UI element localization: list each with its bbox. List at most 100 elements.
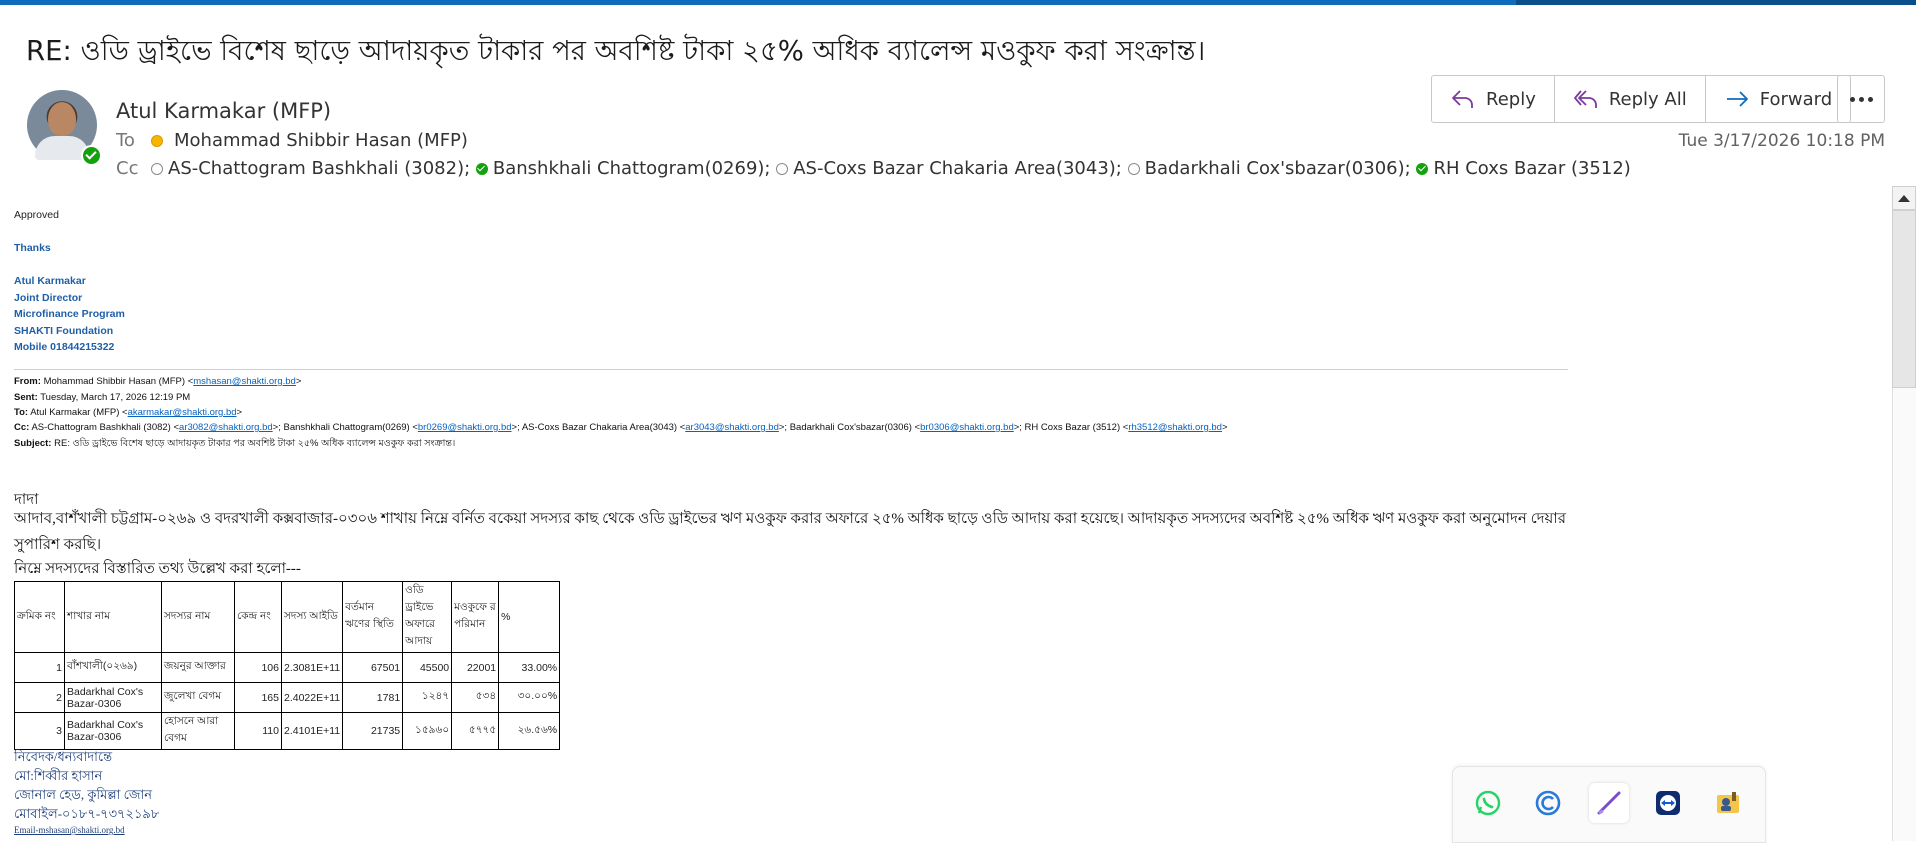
forward-label: Forward (1759, 88, 1833, 110)
table-row: 2 Badarkhal Cox's Bazar-0306 জুলেখা বেগম… (14, 682, 561, 713)
table-cell: 45500 (402, 652, 453, 683)
table-header-cell: সদস্য আইডি (280, 581, 344, 653)
closing-email-link[interactable]: Email-mshasan@shakti.org.bd (14, 825, 125, 835)
table-cell: জুলেখা বেগম (161, 682, 235, 713)
table-cell: হোসনে আরা বেগম (161, 712, 235, 750)
table-header-cell: বর্তমান ঋণের স্থিতি (342, 581, 404, 653)
table-cell: Badarkhal Cox's Bazar-0306 (64, 712, 162, 750)
reply-all-label: Reply All (1608, 88, 1687, 110)
whatsapp-icon[interactable] (1468, 783, 1508, 823)
message-timestamp: Tue 3/17/2026 10:18 PM (1678, 131, 1885, 151)
cc-label: Cc (116, 158, 139, 179)
message-subject: RE: ওডি ড্রাইভে বিশেষ ছাড়ে আদায়কৃত টাক… (26, 35, 1206, 67)
forward-button[interactable]: Forward (1706, 76, 1850, 122)
signature-line: Joint Director (14, 291, 83, 304)
sender-name[interactable]: Atul Karmakar (MFP) (116, 99, 331, 123)
user-badge-icon[interactable] (1708, 783, 1748, 823)
table-cell: 21735 (342, 712, 404, 750)
c-app-icon[interactable] (1528, 783, 1568, 823)
presence-available-icon (81, 145, 102, 166)
cc-recipients: AS-Chattogram Bashkhali (3082); Banshkha… (151, 158, 1631, 179)
table-cell: 3 (14, 712, 65, 750)
quoted-sent: Sent: Tuesday, March 17, 2026 12:19 PM (14, 392, 191, 403)
closing-line: মোবাইল-০১৮৭-৭৩৭২১৯৮ (14, 806, 160, 821)
pen-icon[interactable] (1589, 783, 1629, 823)
signature-block: Atul Karmakar Joint Director Microfinanc… (14, 273, 1574, 356)
scroll-up-button[interactable] (1892, 186, 1916, 210)
body-paragraph: আদাব,বাশঁখালী চট্টগ্রাম-০২৬৯ ও বদরখালী ক… (14, 511, 1566, 527)
table-cell: 2 (14, 682, 65, 713)
reply-label: Reply (1486, 88, 1536, 110)
body-paragraph: নিম্নে সদস্যদের বিস্তারিত তথ্য উল্লেখ কর… (14, 561, 301, 577)
quoted-from: From: Mohammad Shibbir Hasan (MFP) <msha… (14, 376, 302, 387)
table-cell: 67501 (342, 652, 404, 683)
email-link[interactable]: br0269@shakti.org.bd (418, 422, 512, 433)
presence-available-icon (1416, 162, 1429, 175)
email-link[interactable]: mshasan@shakti.org.bd (193, 376, 296, 387)
table-cell: ৫৭৭৫ (451, 712, 500, 750)
closing-line: জোনাল হেড, কুমিল্লা জোন (14, 787, 153, 802)
teamviewer-icon[interactable] (1648, 783, 1688, 823)
window-top-bar (0, 0, 1916, 5)
quoted-to: To: Atul Karmakar (MFP) <akarmakar@shakt… (14, 407, 243, 418)
table-header-cell: ওডি ড্রাইভে অফারে আদায় (402, 581, 453, 653)
email-link[interactable]: ar3043@shakti.org.bd (685, 422, 779, 433)
reply-all-icon (1573, 90, 1597, 108)
reply-button[interactable]: Reply (1432, 76, 1555, 122)
table-cell: 22001 (451, 652, 500, 683)
quoted-cc: Cc: AS-Chattogram Bashkhali (3082) <ar30… (14, 422, 1228, 433)
closing-line: নিবেদক/ধন্যবাদান্তে (14, 749, 113, 764)
table-cell: 110 (234, 712, 282, 750)
table-header-cell: % (498, 581, 561, 653)
table-cell: ১৫৯৬০ (402, 712, 453, 750)
table-cell: 2.3081E+11 (280, 652, 344, 683)
quoted-divider (14, 369, 1568, 370)
to-label: To (116, 130, 135, 151)
table-header-cell: ক্রমিক নং (14, 581, 65, 653)
table-cell: 1781 (342, 682, 404, 713)
scrollbar-thumb[interactable] (1892, 210, 1916, 388)
reply-icon (1452, 90, 1473, 108)
signature-line: Atul Karmakar (14, 275, 86, 287)
forward-icon (1726, 91, 1748, 107)
closing-line: মো:শিব্বীর হাসান (14, 768, 103, 783)
cc-recipient[interactable]: AS-Chattogram Bashkhali (3082); (168, 158, 470, 179)
table-cell: 1 (14, 652, 65, 683)
more-actions-button[interactable] (1837, 75, 1885, 123)
table-cell: 2.4022E+11 (280, 682, 344, 713)
to-recipient[interactable]: Mohammad Shibbir Hasan (MFP) (174, 130, 468, 151)
message-actions: Reply Reply All Forward (1431, 75, 1852, 123)
table-cell: ৫৩৪ (451, 682, 500, 713)
table-header-cell: মওকুফে র পরিমান (451, 581, 500, 653)
email-link[interactable]: akarmakar@shakti.org.bd (128, 407, 237, 418)
email-link[interactable]: br0306@shakti.org.bd (920, 422, 1014, 433)
to-recipients: Mohammad Shibbir Hasan (MFP) (151, 130, 468, 151)
cc-recipient[interactable]: Badarkhali Cox'sbazar(0306); (1145, 158, 1411, 179)
cc-recipient[interactable]: AS-Coxs Bazar Chakaria Area(3043); (793, 158, 1122, 179)
table-cell: 106 (234, 652, 282, 683)
table-cell: 33.00% (498, 652, 561, 683)
quoted-subject: Subject: RE: ওডি ড্রাইভে বিশেষ ছাড়ে আদা… (14, 438, 456, 449)
table-header-cell: সদস্যর নাম (161, 581, 235, 653)
table-cell: 2.4101E+11 (280, 712, 344, 750)
members-table: ক্রমিক নং শাখার নাম সদস্যর নাম কেন্দ্র ন… (14, 581, 561, 750)
table-header-cell: শাখার নাম (64, 581, 162, 653)
email-link[interactable]: ar3082@shakti.org.bd (179, 422, 273, 433)
cc-recipient[interactable]: RH Coxs Bazar (3512) (1433, 158, 1630, 179)
table-cell: ২৬.৫৬% (498, 712, 561, 750)
table-cell: Badarkhal Cox's Bazar-0306 (64, 682, 162, 713)
table-cell: জয়নুর আক্তার (161, 652, 235, 683)
table-header-cell: কেন্দ্র নং (234, 581, 282, 653)
table-row: 1 বাঁশখালী(০২৬৯) জয়নুর আক্তার 106 2.308… (14, 652, 561, 683)
presence-available-icon (475, 162, 488, 175)
reply-all-button[interactable]: Reply All (1555, 76, 1706, 122)
signature-line: SHAKTI Foundation (14, 324, 114, 337)
signature-line: Mobile 01844215322 (14, 341, 115, 353)
table-header-row: ক্রমিক নং শাখার নাম সদস্যর নাম কেন্দ্র ন… (14, 581, 561, 653)
presence-offline-icon (1127, 162, 1140, 175)
signature-line: Microfinance Program (14, 308, 125, 320)
cc-recipient[interactable]: Banshkhali Chattogram(0269); (493, 158, 771, 179)
presence-away-icon (151, 134, 163, 147)
body-paragraph: সুপারিশ করছি। (14, 537, 102, 553)
email-link[interactable]: rh3512@shakti.org.bd (1128, 422, 1222, 433)
